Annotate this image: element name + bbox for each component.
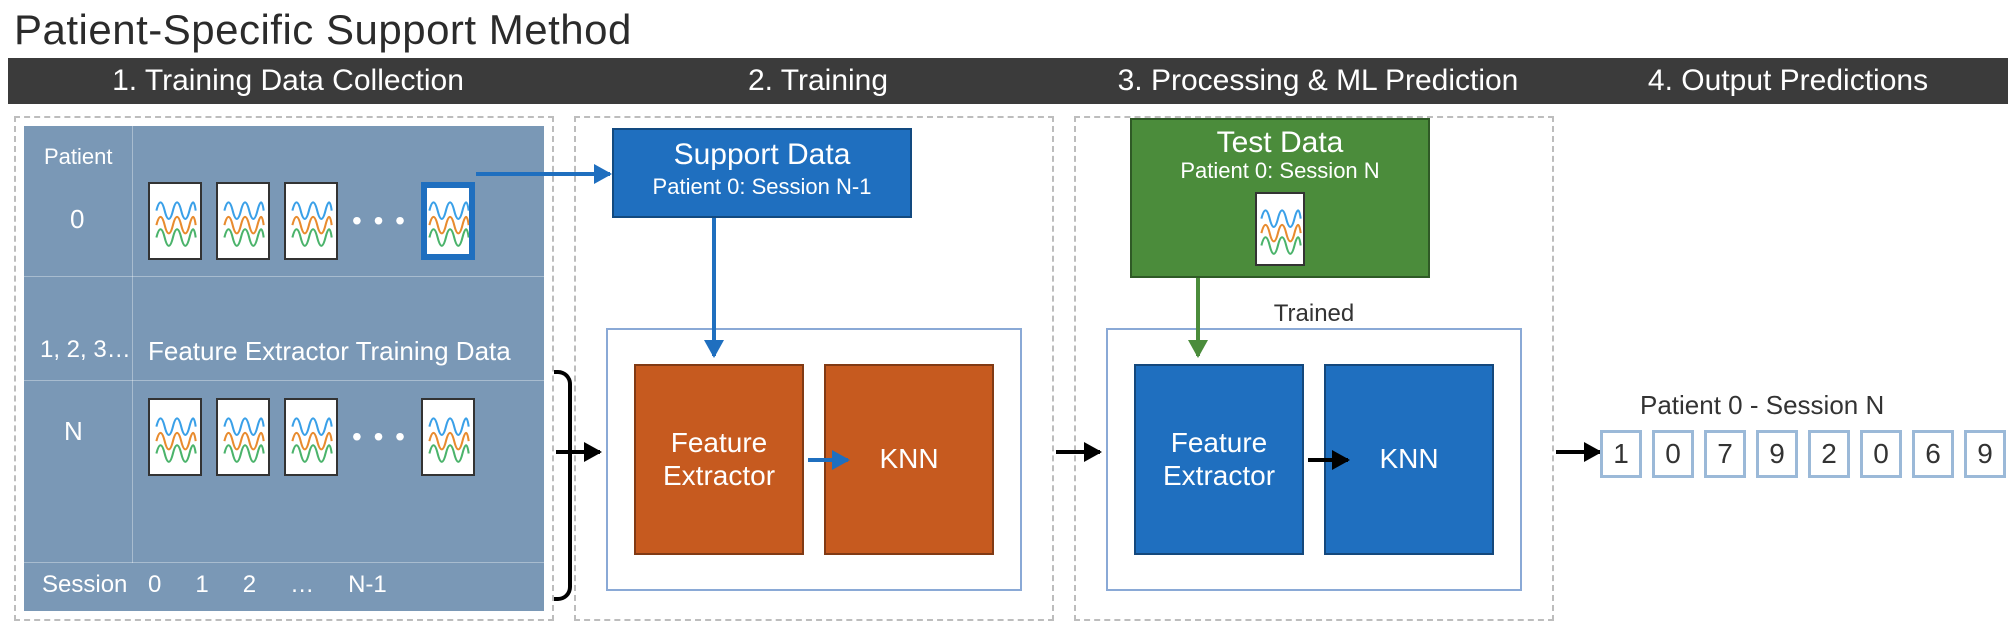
trained-pipeline-box: FeatureExtractor KNN <box>1106 328 1522 591</box>
stage-training-data: Patient 0 1, 2, 3… N Session • • • Featu… <box>14 116 554 621</box>
phase-1-label: 1. Training Data Collection <box>8 64 568 98</box>
prediction-cell: 6 <box>1912 430 1954 478</box>
test-data-title: Test Data <box>1132 126 1428 160</box>
eeg-thumbnail <box>216 182 270 260</box>
phase-2-label: 2. Training <box>568 64 1068 98</box>
prediction-cell: 2 <box>1808 430 1850 478</box>
session-col: N-1 <box>348 571 387 599</box>
fe-training-data-label: Feature Extractor Training Data <box>148 336 532 367</box>
eeg-thumbnail <box>1255 192 1305 266</box>
eeg-thumbnail <box>148 182 202 260</box>
feature-extractor-trained-block: FeatureExtractor <box>1134 364 1304 555</box>
arrow-test-to-fe-icon <box>1196 278 1200 356</box>
eeg-thumbnail <box>284 398 338 476</box>
arrow-fe-to-knn-icon <box>808 458 848 462</box>
prediction-cell: 7 <box>1704 430 1746 478</box>
session-numbers: 0 1 2 … N-1 <box>148 571 532 599</box>
patient-row-n: N <box>64 416 83 447</box>
session-header: Session <box>42 571 127 599</box>
arrow-stage1-to-stage2-icon <box>556 450 600 454</box>
session-col: 2 <box>243 571 256 599</box>
prediction-cell: 1 <box>1600 430 1642 478</box>
ellipsis: • • • <box>352 421 407 453</box>
patient-row-mid: 1, 2, 3… <box>40 336 131 364</box>
patient-header: Patient <box>44 144 113 170</box>
data-grid: Patient 0 1, 2, 3… N Session • • • Featu… <box>24 126 544 611</box>
output-label: Patient 0 - Session N <box>1640 390 1884 421</box>
session-col: 1 <box>195 571 208 599</box>
arrow-highlighted-to-support-icon <box>476 172 610 176</box>
patient0-sessions: • • • <box>148 182 475 260</box>
training-pipeline-box: FeatureExtractor KNN <box>606 328 1022 591</box>
phase-4-label: 4. Output Predictions <box>1568 64 2008 98</box>
eeg-thumbnail <box>284 182 338 260</box>
support-data-subtitle: Patient 0: Session N-1 <box>614 174 910 200</box>
session-col: … <box>290 571 314 599</box>
prediction-cell: 9 <box>1756 430 1798 478</box>
arrow-fe-to-knn-icon <box>1308 458 1348 462</box>
arrow-stage3-to-output-icon <box>1556 450 1600 454</box>
patientN-sessions: • • • <box>148 398 475 476</box>
support-data-title: Support Data <box>614 138 910 172</box>
ellipsis: • • • <box>352 205 407 237</box>
curly-brace-icon <box>554 370 572 601</box>
diagram-title: Patient-Specific Support Method <box>14 6 632 54</box>
support-data-box: Support Data Patient 0: Session N-1 <box>612 128 912 218</box>
eeg-thumbnail-highlighted <box>421 182 475 260</box>
test-data-subtitle: Patient 0: Session N <box>1132 158 1428 184</box>
prediction-cell: 0 <box>1652 430 1694 478</box>
session-col: 0 <box>148 571 161 599</box>
phase-3-label: 3. Processing & ML Prediction <box>1068 64 1568 98</box>
output-predictions: 1 0 7 9 2 0 6 9 <box>1600 430 2006 478</box>
feature-extractor-block: FeatureExtractor <box>634 364 804 555</box>
phase-bar: 1. Training Data Collection 2. Training … <box>8 58 2008 104</box>
eeg-thumbnail <box>421 398 475 476</box>
eeg-thumbnail <box>216 398 270 476</box>
prediction-cell: 0 <box>1860 430 1902 478</box>
test-data-box: Test Data Patient 0: Session N <box>1130 118 1430 278</box>
eeg-thumbnail <box>148 398 202 476</box>
patient-row-0: 0 <box>70 204 84 235</box>
prediction-cell: 9 <box>1964 430 2006 478</box>
arrow-stage2-to-stage3-icon <box>1056 450 1100 454</box>
arrow-support-to-fe-icon <box>712 218 716 356</box>
